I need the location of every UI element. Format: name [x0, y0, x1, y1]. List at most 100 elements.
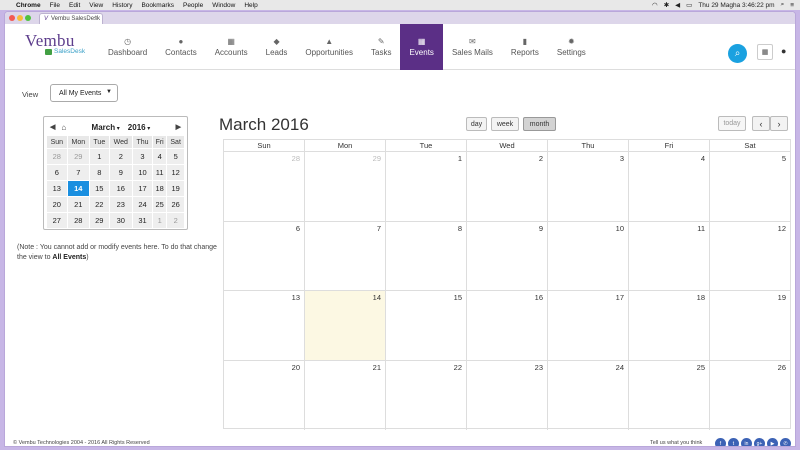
day-cell[interactable]: 11 [629, 221, 710, 290]
day-cell[interactable]: 2 [467, 152, 548, 221]
mini-day-cell[interactable]: 30 [108, 212, 134, 229]
mini-day-cell[interactable]: 1 [152, 212, 168, 229]
mini-day-cell[interactable]: 21 [66, 196, 91, 213]
day-cell[interactable]: 19 [710, 291, 790, 360]
day-cell[interactable]: 24 [548, 360, 629, 430]
day-cell[interactable]: 13 [224, 291, 305, 360]
volume-icon[interactable]: ◀ [675, 1, 680, 9]
search-button[interactable]: ⌕ [728, 44, 747, 63]
notification-icon[interactable]: ≡ [790, 2, 794, 9]
mini-day-cell[interactable]: 29 [66, 148, 91, 165]
day-cell[interactable]: 1 [386, 152, 467, 221]
day-cell[interactable]: 29 [305, 152, 386, 221]
menu-bookmarks[interactable]: Bookmarks [141, 2, 174, 9]
nav-opportunities[interactable]: ▲ Opportunities [296, 24, 362, 70]
mini-day-cell[interactable]: 2 [108, 148, 134, 165]
day-cell[interactable]: 16 [467, 291, 548, 360]
mini-day-cell[interactable]: 10 [132, 164, 154, 181]
bluetooth-icon[interactable]: ✱ [664, 1, 669, 9]
day-cell[interactable]: 18 [629, 291, 710, 360]
nav-contacts[interactable]: ● Contacts [156, 24, 206, 70]
day-cell[interactable]: 12 [710, 222, 790, 291]
mini-day-cell[interactable]: 1 [89, 148, 110, 165]
day-cell[interactable]: 20 [224, 360, 305, 430]
day-cell[interactable]: 17 [548, 291, 629, 360]
mini-day-cell[interactable]: 14 [66, 180, 91, 197]
mini-day-cell[interactable]: 20 [46, 196, 68, 213]
mini-day-cell[interactable]: 24 [132, 196, 154, 213]
day-cell[interactable]: 14 [305, 291, 386, 360]
mini-day-cell[interactable]: 7 [66, 164, 91, 181]
day-cell[interactable]: 22 [386, 360, 467, 430]
mini-day-cell[interactable]: 2 [166, 212, 185, 229]
view-select[interactable]: All My Events ▼ [50, 84, 118, 102]
feedback-link[interactable]: Tell us what you think [650, 440, 702, 446]
mini-next-month-icon[interactable]: ▶ [176, 123, 181, 131]
menu-file[interactable]: File [50, 2, 60, 9]
mini-day-cell[interactable]: 15 [89, 180, 110, 197]
day-cell[interactable]: 21 [305, 360, 386, 430]
month-view-button[interactable]: month [523, 117, 556, 131]
menu-history[interactable]: History [112, 2, 132, 9]
day-cell[interactable]: 4 [629, 152, 710, 221]
mini-day-cell[interactable]: 25 [152, 196, 168, 213]
mini-day-cell[interactable]: 8 [89, 164, 110, 181]
browser-tab[interactable]: V Vembu SalesDesk × [39, 13, 103, 24]
day-cell[interactable]: 15 [386, 291, 467, 360]
mini-day-cell[interactable]: 28 [46, 148, 68, 165]
spotlight-icon[interactable]: ⌕ [781, 1, 785, 9]
clock-text[interactable]: Thu 29 Magha 3:46:22 pm [698, 2, 774, 9]
mini-day-cell[interactable]: 4 [152, 148, 168, 165]
mini-day-cell[interactable]: 11 [152, 164, 168, 181]
nav-leads[interactable]: ◆ Leads [257, 24, 297, 70]
day-cell[interactable]: 6 [224, 221, 305, 290]
linkedin-icon[interactable]: in [741, 438, 752, 446]
menu-chrome[interactable]: Chrome [16, 2, 41, 9]
mini-day-cell[interactable]: 27 [46, 212, 68, 229]
nav-settings[interactable]: ✹ Settings [548, 24, 595, 70]
mini-day-cell[interactable]: 31 [132, 212, 154, 229]
phone-icon[interactable]: ✆ [780, 438, 791, 446]
facebook-icon[interactable]: f [715, 438, 726, 446]
mini-day-cell[interactable]: 22 [89, 196, 110, 213]
close-tab-icon[interactable]: × [94, 15, 98, 21]
mini-day-cell[interactable]: 16 [108, 180, 134, 197]
apps-grid-button[interactable]: ▦ [757, 44, 773, 60]
mini-day-cell[interactable]: 6 [46, 164, 68, 181]
mini-day-cell[interactable]: 9 [108, 164, 134, 181]
day-cell[interactable]: 9 [467, 221, 548, 290]
zoom-window-icon[interactable] [25, 15, 31, 21]
week-view-button[interactable]: week [491, 117, 519, 131]
mini-day-cell[interactable]: 13 [46, 180, 68, 197]
wifi-icon[interactable]: ◠ [652, 1, 658, 9]
prev-month-button[interactable]: ‹ [752, 116, 770, 131]
day-cell[interactable]: 3 [548, 152, 629, 221]
mini-day-cell[interactable]: 17 [132, 180, 154, 197]
mini-day-cell[interactable]: 29 [89, 212, 110, 229]
mini-day-cell[interactable]: 5 [166, 148, 185, 165]
day-cell[interactable]: 26 [710, 361, 790, 431]
day-cell[interactable]: 23 [467, 360, 548, 430]
mini-month-select[interactable]: March ▾ [92, 123, 120, 132]
today-button[interactable]: today [718, 116, 746, 131]
mini-day-cell[interactable]: 26 [166, 196, 185, 213]
nav-dashboard[interactable]: ◷ Dashboard [99, 24, 156, 70]
google-plus-icon[interactable]: g+ [754, 438, 765, 446]
menu-view[interactable]: View [89, 2, 103, 9]
nav-reports[interactable]: ▮ Reports [502, 24, 548, 70]
battery-icon[interactable]: ▭ [686, 1, 692, 9]
nav-tasks[interactable]: ✎ Tasks [362, 24, 400, 70]
all-events-link[interactable]: All Events [52, 254, 86, 261]
nav-sales-mails[interactable]: ✉ Sales Mails [443, 24, 502, 70]
menu-people[interactable]: People [183, 2, 203, 9]
next-month-button[interactable]: › [770, 116, 788, 131]
day-cell[interactable]: 10 [548, 221, 629, 290]
mini-day-cell[interactable]: 28 [66, 212, 91, 229]
menu-edit[interactable]: Edit [69, 2, 80, 9]
mini-day-cell[interactable]: 3 [132, 148, 154, 165]
mini-year-select[interactable]: 2016 ▾ [128, 123, 150, 132]
youtube-icon[interactable]: ▶ [767, 438, 778, 446]
minimize-window-icon[interactable] [17, 15, 23, 21]
mini-day-cell[interactable]: 23 [108, 196, 134, 213]
mini-day-cell[interactable]: 18 [152, 180, 168, 197]
